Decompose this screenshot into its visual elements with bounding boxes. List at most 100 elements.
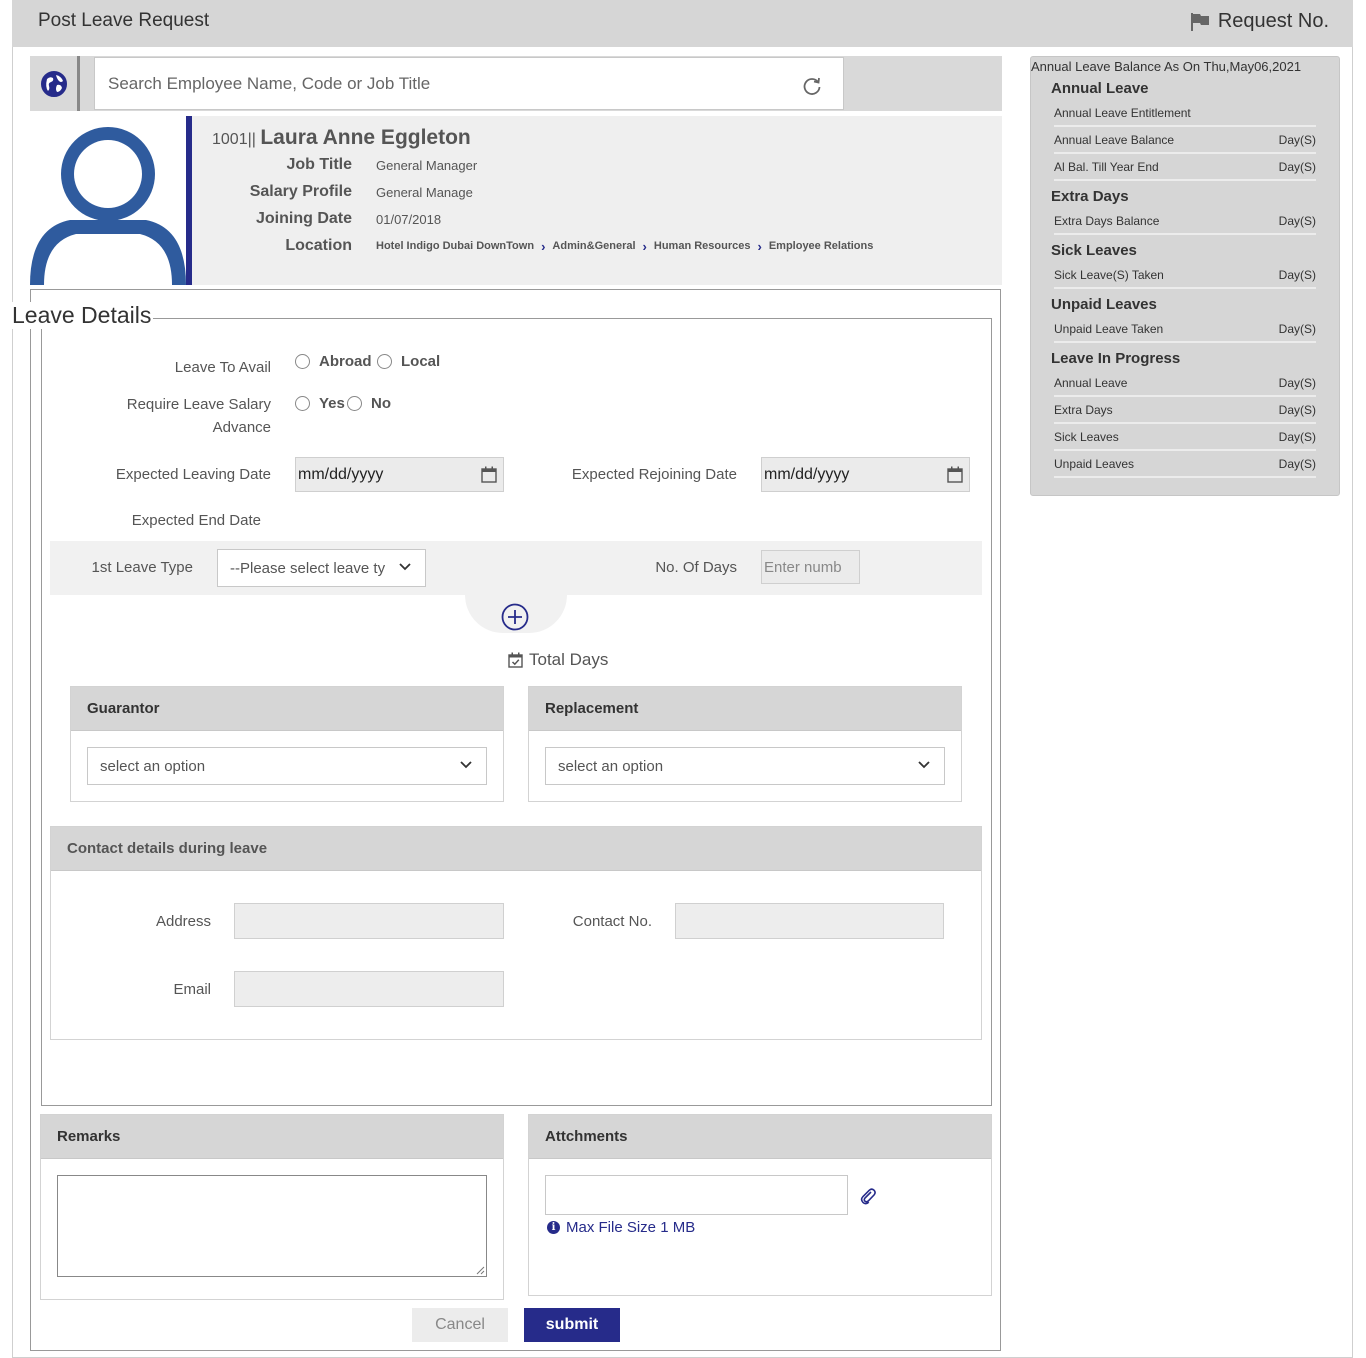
leave-balance-panel: Annual Leave Balance As On Thu,May06,202… [1030,56,1340,496]
no-of-days-placeholder: Enter numb [764,558,842,576]
employee-search-input[interactable] [94,57,844,110]
resize-handle-icon[interactable] [476,1266,485,1275]
remarks-title: Remarks [41,1115,503,1159]
balance-row-label: Annual Leave Entitlement [1054,106,1191,120]
expected-leaving-date-input[interactable]: mm/dd/yyyy [295,457,504,492]
globe-icon [40,70,67,97]
submit-button[interactable]: submit [524,1308,620,1342]
location-row: Location Hotel Indigo Dubai DownTown › A… [212,237,992,255]
page-title: Post Leave Request [38,10,210,31]
email-input[interactable] [234,971,504,1007]
location-section: Employee Relations [768,240,874,252]
salary-profile-row: Salary Profile General Manage [212,183,992,201]
radio-circle[interactable] [295,396,310,411]
guarantor-panel: Guarantor select an option [70,686,504,802]
location-hotel: Hotel Indigo Dubai DownTown [376,240,535,252]
contact-no-input[interactable] [675,903,944,939]
radio-local-label: Local [401,353,441,370]
radio-abroad-label: Abroad [319,353,372,370]
employee-heading: 1001|| Laura Anne Eggleton [212,126,471,150]
chevron-right-icon: › [541,238,546,254]
top-bar: Post Leave Request Request No. [12,0,1353,47]
radio-yes[interactable]: Yes [295,395,345,412]
leave-type-value: --Please select leave ty [230,559,386,577]
remarks-panel: Remarks [40,1114,504,1300]
paperclip-icon[interactable] [860,1187,876,1205]
expected-leaving-date-value: mm/dd/yyyy [298,465,384,483]
balance-row: Unpaid Leaves Day(S) [1054,452,1316,478]
job-title-value: General Manager [376,157,478,173]
contact-details-title: Contact details during leave [51,827,981,871]
cancel-button[interactable]: Cancel [412,1308,508,1342]
balance-row: Sick Leave(S) Taken Day(S) [1054,263,1316,289]
expected-leaving-date-label: Expected Leaving Date [115,466,271,483]
user-avatar-icon [30,127,186,285]
leave-type-select[interactable]: --Please select leave ty [217,549,426,587]
address-label: Address [155,913,211,930]
guarantor-select[interactable]: select an option [87,747,487,785]
radio-circle[interactable] [347,396,362,411]
balance-heading: Annual Leave Balance As On Thu,May06,202… [1031,59,1302,74]
replacement-title: Replacement [529,687,961,731]
balance-row-unit: Day(S) [1278,403,1316,417]
balance-row-label: Annual Leave [1054,376,1128,390]
address-input[interactable] [234,903,504,939]
globe-button[interactable] [30,56,80,111]
employee-code: 1001|| [212,131,256,148]
request-no: Request No. [1190,10,1329,33]
info-icon: i [547,1221,560,1234]
no-of-days-input[interactable]: Enter numb [761,550,860,584]
balance-row: Extra Days Balance Day(S) [1054,209,1316,235]
chevron-down-icon [918,761,930,769]
balance-row-unit: Day(S) [1278,214,1316,228]
expected-rejoining-date-value: mm/dd/yyyy [764,465,850,483]
refresh-icon[interactable] [802,76,822,96]
radio-local[interactable]: Local [377,353,440,370]
location-breadcrumb: Hotel Indigo Dubai DownTown › Admin&Gene… [376,239,873,254]
location-label: Location [285,237,352,254]
chevron-down-icon [460,761,472,769]
remarks-textarea[interactable] [57,1175,487,1277]
attachments-panel: Attchments i Max File Size 1 MB [528,1114,992,1296]
add-circle-icon[interactable] [501,603,529,631]
balance-section-sick: Sick Leaves [1051,242,1137,259]
job-title-row: Job Title General Manager [212,156,992,174]
salary-advance-label-line1: Require Leave Salary [126,396,271,413]
max-file-size-text: Max File Size 1 MB [566,1219,696,1236]
balance-section-annual: Annual Leave [1051,80,1149,97]
leave-type-label: 1st Leave Type [91,559,193,576]
calendar-icon[interactable] [947,466,963,483]
employee-search-bar [30,56,1002,111]
salary-advance-label-line2: Advance [212,419,271,436]
radio-abroad[interactable]: Abroad [295,353,372,370]
expected-rejoining-date-label: Expected Rejoining Date [571,466,737,483]
balance-row: Annual Leave Balance Day(S) [1054,128,1316,154]
radio-circle[interactable] [377,354,392,369]
replacement-select[interactable]: select an option [545,747,945,785]
calendar-check-icon [508,652,523,668]
balance-row-label: Unpaid Leave Taken [1054,322,1164,336]
leave-type-row: 1st Leave Type --Please select leave ty … [50,541,982,595]
balance-row: Annual Leave Entitlement [1054,101,1316,127]
guarantor-title: Guarantor [71,687,503,731]
salary-profile-label: Salary Profile [249,183,352,200]
balance-section-in-progress: Leave In Progress [1051,350,1181,367]
balance-row: Sick Leaves Day(S) [1054,425,1316,451]
radio-circle[interactable] [295,354,310,369]
balance-row-label: Sick Leave(S) Taken [1054,268,1164,282]
balance-row-label: Annual Leave Balance [1054,133,1175,147]
balance-row-label: Extra Days Balance [1054,214,1160,228]
expected-rejoining-date-input[interactable]: mm/dd/yyyy [761,457,970,492]
guarantor-value: select an option [100,757,206,775]
contact-details-panel: Contact details during leave Address Con… [50,826,982,1040]
leave-to-avail-label: Leave To Avail [174,359,271,376]
file-input[interactable] [545,1175,848,1215]
salary-advance-label: Require Leave Salary Advance [90,396,271,436]
balance-row-unit: Day(S) [1278,160,1316,174]
balance-row-unit: Day(S) [1278,133,1316,147]
balance-row-unit: Day(S) [1278,457,1316,471]
calendar-icon[interactable] [481,466,497,483]
replacement-value: select an option [558,757,664,775]
radio-no[interactable]: No [347,395,391,412]
email-label: Email [173,981,211,998]
